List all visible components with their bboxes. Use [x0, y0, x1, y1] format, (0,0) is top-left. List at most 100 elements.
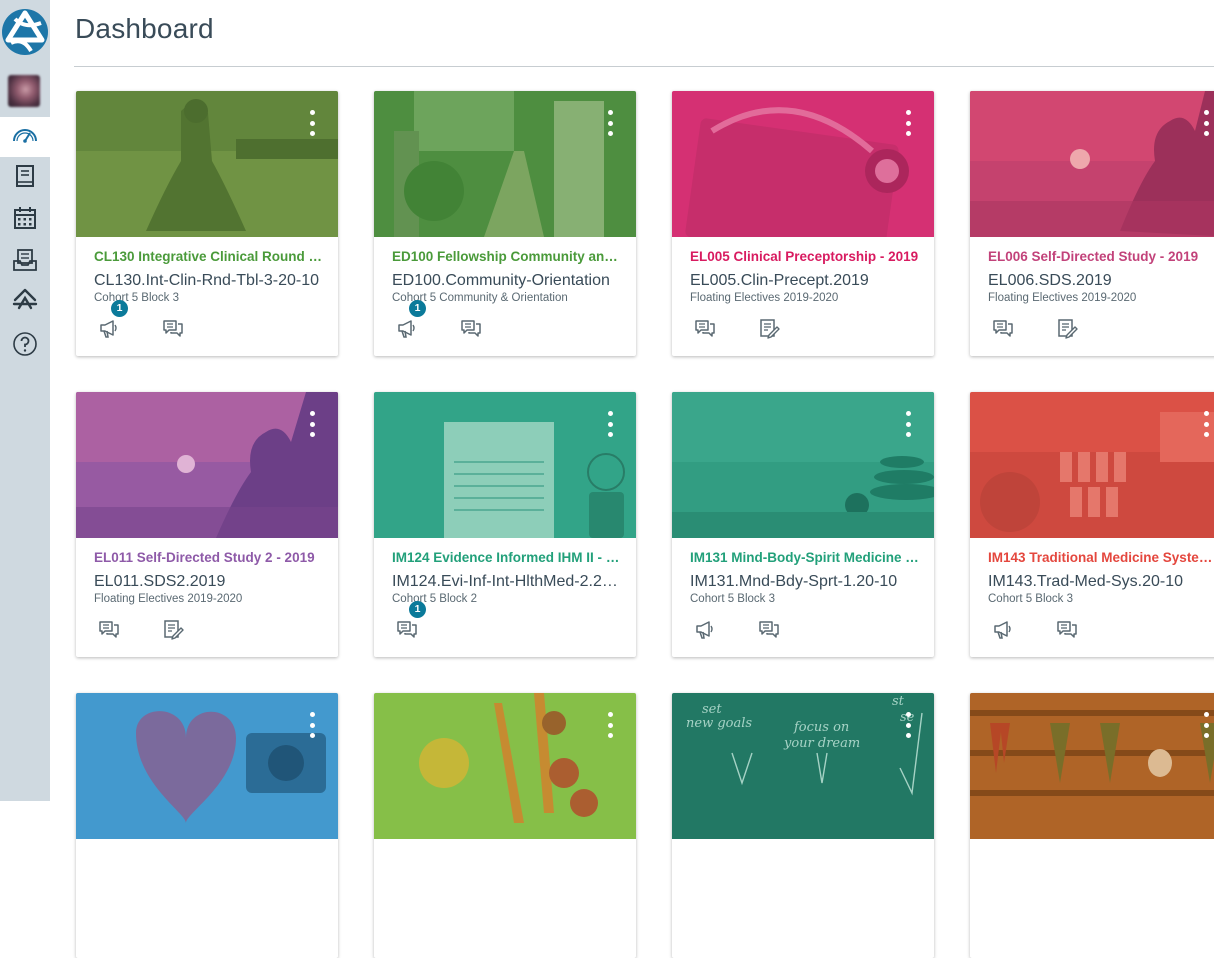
course-card[interactable]: EL011 Self-Directed Study 2 - 2019 EL011.… — [76, 392, 338, 657]
course-term: Cohort 5 Block 2 — [392, 593, 478, 605]
course-card[interactable]: ED100 Fellowship Community and Orientati… — [374, 91, 636, 356]
discussions-icon[interactable] — [992, 317, 1016, 341]
course-card-image[interactable] — [970, 693, 1214, 839]
course-options-kebab-icon[interactable] — [308, 110, 316, 136]
page-title: Dashboard — [75, 13, 214, 44]
course-actions — [694, 919, 914, 943]
course-title[interactable]: EL005 Clinical Preceptorship - 2019 — [690, 249, 920, 264]
course-code: EL006.SDS.2019 — [988, 272, 1112, 289]
course-card-image[interactable] — [672, 392, 934, 538]
course-title[interactable]: EL006 Self-Directed Study - 2019 — [988, 249, 1214, 264]
announcements-icon[interactable] — [694, 618, 718, 642]
course-card[interactable]: EL006 Self-Directed Study - 2019 EL006.SD… — [970, 91, 1214, 356]
nav-commons[interactable] — [0, 282, 50, 322]
discussions-icon[interactable]: 1 — [396, 601, 426, 642]
assignments-icon[interactable] — [162, 618, 186, 642]
course-options-kebab-icon[interactable] — [606, 110, 614, 136]
course-options-kebab-icon[interactable] — [1202, 712, 1210, 738]
discussions-icon[interactable] — [98, 618, 122, 642]
course-code: IM131.Mnd-Bdy-Sprt-1.20-10 — [690, 573, 898, 590]
nav-calendar[interactable] — [0, 200, 50, 240]
course-card[interactable]: set new goals focus on your dream st se — [672, 693, 934, 958]
discussions-icon[interactable] — [758, 618, 782, 642]
course-title[interactable]: ED100 Fellowship Community and Orientati… — [392, 249, 622, 264]
course-term: Floating Electives 2019-2020 — [988, 292, 1137, 304]
course-actions — [992, 317, 1212, 341]
course-card[interactable] — [374, 693, 636, 958]
nav-dashboard[interactable] — [0, 117, 50, 157]
course-card[interactable]: IM124 Evidence Informed IHM II - 2020 IM1… — [374, 392, 636, 657]
inbox-icon — [11, 246, 39, 279]
course-options-kebab-icon[interactable] — [1202, 411, 1210, 437]
course-actions — [694, 618, 914, 642]
course-card[interactable]: IM131 Mind-Body-Spirit Medicine - 2020 IM… — [672, 392, 934, 657]
course-term: Cohort 5 Block 3 — [690, 593, 776, 605]
course-card-image[interactable] — [374, 693, 636, 839]
courses-icon — [11, 162, 39, 195]
course-actions — [694, 317, 914, 341]
course-card[interactable]: EL005 Clinical Preceptorship - 2019 EL005… — [672, 91, 934, 356]
course-title[interactable]: EL011 Self-Directed Study 2 - 2019 — [94, 550, 324, 565]
course-code: IM143.Trad-Med-Sys.20-10 — [988, 573, 1184, 590]
discussions-icon[interactable] — [162, 317, 186, 341]
course-card-image[interactable] — [374, 91, 636, 237]
course-card[interactable] — [76, 693, 338, 958]
course-actions — [396, 919, 616, 943]
global-nav — [0, 0, 50, 801]
course-code: EL005.Clin-Precept.2019 — [690, 272, 869, 289]
course-card-image[interactable] — [76, 392, 338, 538]
announcements-icon[interactable]: 1 — [98, 300, 128, 341]
course-actions: 1 — [98, 300, 318, 341]
nav-help[interactable] — [0, 326, 50, 366]
course-actions — [98, 618, 318, 642]
nav-courses[interactable] — [0, 158, 50, 198]
course-card[interactable]: CL130 Integrative Clinical Round Table -… — [76, 91, 338, 356]
course-card-image[interactable] — [76, 91, 338, 237]
course-options-kebab-icon[interactable] — [308, 712, 316, 738]
course-actions — [992, 919, 1212, 943]
course-options-kebab-icon[interactable] — [904, 712, 912, 738]
course-options-kebab-icon[interactable] — [606, 712, 614, 738]
course-title[interactable]: IM124 Evidence Informed IHM II - 2020 — [392, 550, 622, 565]
account-avatar[interactable] — [8, 75, 40, 107]
course-card-image[interactable] — [970, 91, 1214, 237]
course-options-kebab-icon[interactable] — [904, 110, 912, 136]
discussions-icon[interactable] — [694, 317, 718, 341]
course-title[interactable]: IM131 Mind-Body-Spirit Medicine - 2020 — [690, 550, 920, 565]
course-card[interactable]: IM143 Traditional Medicine Systems - 202… — [970, 392, 1214, 657]
course-options-kebab-icon[interactable] — [308, 411, 316, 437]
unread-count-badge: 1 — [409, 601, 426, 618]
announcements-icon[interactable]: 1 — [396, 300, 426, 341]
course-actions: 1 — [396, 601, 616, 642]
course-card-image[interactable] — [76, 693, 338, 839]
assignments-icon[interactable] — [1056, 317, 1080, 341]
course-card[interactable] — [970, 693, 1214, 958]
course-term: Cohort 5 Block 3 — [988, 593, 1074, 605]
nav-inbox[interactable] — [0, 242, 50, 282]
discussions-icon[interactable] — [1056, 618, 1080, 642]
course-options-kebab-icon[interactable] — [606, 411, 614, 437]
course-options-kebab-icon[interactable] — [904, 411, 912, 437]
commons-icon — [11, 286, 39, 319]
course-card-image[interactable]: set new goals focus on your dream st se — [672, 693, 934, 839]
announcements-icon[interactable] — [992, 618, 1016, 642]
course-options-kebab-icon[interactable] — [1202, 110, 1210, 136]
course-code: EL011.SDS2.2019 — [94, 573, 226, 590]
course-title[interactable]: CL130 Integrative Clinical Round Table -… — [94, 249, 324, 264]
course-card-image[interactable] — [672, 91, 934, 237]
course-term: Cohort 5 Block 3 — [94, 292, 180, 304]
course-term: Cohort 5 Community & Orientation — [392, 292, 568, 304]
logo-icon[interactable] — [1, 7, 49, 57]
course-term: Floating Electives 2019-2020 — [94, 593, 243, 605]
course-code: CL130.Int-Clin-Rnd-Tbl-3-20-10 — [94, 272, 319, 289]
assignments-icon[interactable] — [758, 317, 782, 341]
calendar-icon — [11, 204, 39, 237]
course-card-image[interactable] — [970, 392, 1214, 538]
course-code: ED100.Community-Orientation — [392, 272, 610, 289]
header-divider — [74, 66, 1214, 67]
unread-count-badge: 1 — [111, 300, 128, 317]
course-title[interactable]: IM143 Traditional Medicine Systems - 202… — [988, 550, 1214, 565]
discussions-icon[interactable] — [460, 317, 484, 341]
course-card-image[interactable] — [374, 392, 636, 538]
help-icon — [11, 330, 39, 363]
